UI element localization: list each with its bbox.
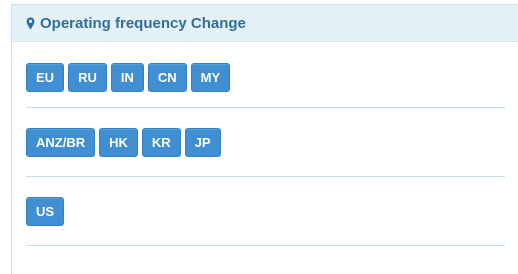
region-button-cn[interactable]: CN [147, 63, 187, 92]
region-row-2: ANZ/BR HK KR JP [26, 108, 505, 177]
operating-frequency-panel: Operating frequency Change EU RU IN CN M… [11, 4, 518, 274]
region-button-hk[interactable]: HK [99, 127, 138, 157]
region-button-anz-br[interactable]: ANZ/BR [26, 127, 96, 157]
region-button-eu[interactable]: EU [26, 63, 65, 92]
region-row-3: US [26, 177, 505, 246]
region-button-ru[interactable]: RU [68, 63, 107, 92]
panel-header: Operating frequency Change [12, 5, 518, 42]
region-button-kr[interactable]: KR [141, 127, 181, 157]
region-button-in[interactable]: IN [110, 63, 144, 92]
region-button-us[interactable]: US [26, 196, 65, 226]
region-row-1: EU RU IN CN MY [26, 42, 505, 108]
map-marker-icon [26, 17, 35, 30]
region-button-jp[interactable]: JP [184, 127, 221, 157]
panel-title: Operating frequency Change [40, 14, 246, 32]
region-button-my[interactable]: MY [190, 63, 231, 92]
panel-body: EU RU IN CN MY ANZ/BR HK KR JP US [12, 42, 518, 246]
